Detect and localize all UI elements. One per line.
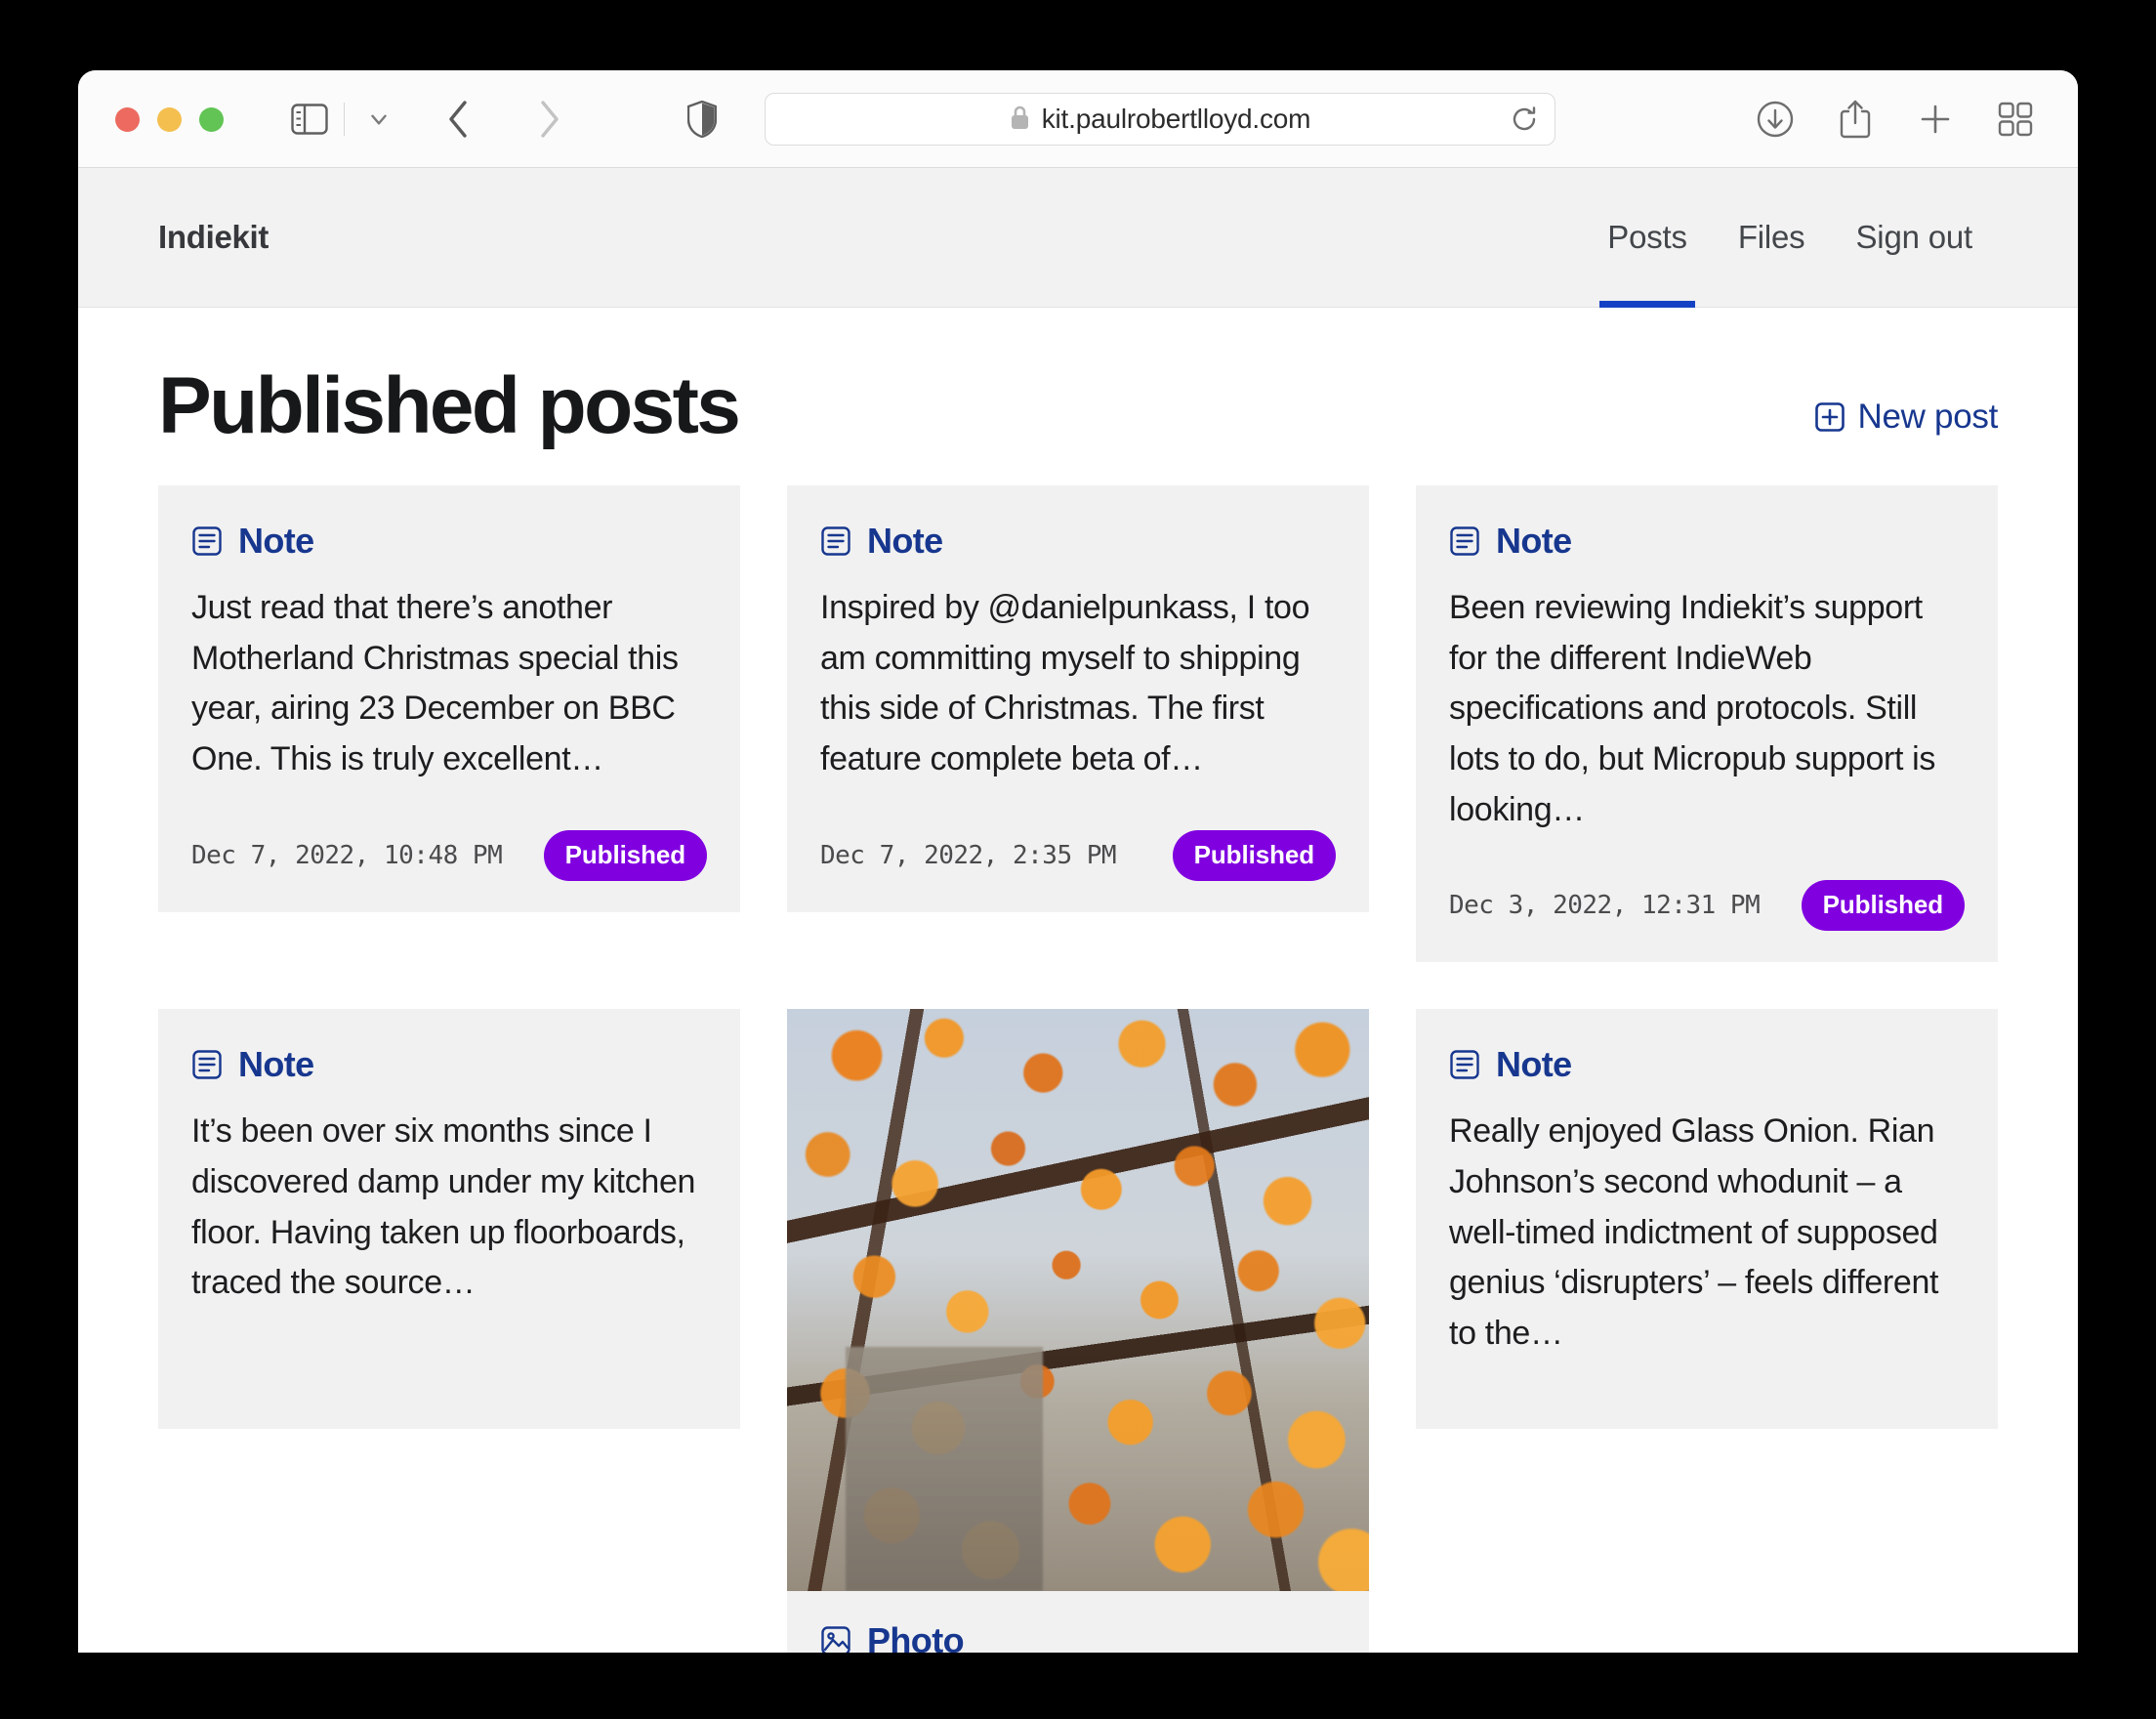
post-type: Photo (820, 1620, 1336, 1653)
address-bar-url: kit.paulrobertlloyd.com (1041, 104, 1311, 134)
status-badge: Published (1801, 880, 1965, 932)
post-type: Note (191, 1044, 707, 1085)
post-card[interactable]: Note Just read that there’s another Moth… (158, 485, 740, 912)
new-post-button[interactable]: New post (1814, 398, 1999, 446)
post-type-label: Note (1496, 521, 1572, 561)
post-date: Dec 7, 2022, 2:35 PM (820, 840, 1117, 870)
download-icon[interactable] (1750, 94, 1801, 145)
chevron-down-icon[interactable] (353, 94, 404, 145)
privacy-shield-icon[interactable] (677, 94, 727, 145)
post-excerpt: Just read that there’s another Motherlan… (191, 589, 679, 778)
window-controls (115, 106, 224, 132)
autumn-tree-photo (787, 1009, 1369, 1592)
status-badge: Published (543, 829, 707, 881)
toolbar-right-actions (1750, 94, 2041, 145)
share-icon[interactable] (1830, 94, 1881, 145)
browser-window: kit.paulrobertlloyd.com Indiekit Posts F… (78, 70, 2078, 1653)
post-card-photo[interactable]: Photo (787, 1009, 1369, 1653)
post-card[interactable]: Note It’s been over six months since I d… (158, 1009, 740, 1430)
close-window-button[interactable] (115, 106, 140, 132)
new-post-label: New post (1857, 398, 1999, 436)
post-meta: Dec 7, 2022, 2:35 PM Published (820, 785, 1336, 881)
post-type-label: Note (238, 521, 314, 561)
post-type-label: Note (867, 521, 943, 561)
note-icon (191, 1049, 223, 1080)
browser-toolbar: kit.paulrobertlloyd.com (78, 70, 2078, 168)
note-icon (820, 525, 851, 557)
plus-icon[interactable] (1910, 94, 1961, 145)
post-card[interactable]: Note Inspired by @danielpunkass, I too a… (787, 485, 1369, 912)
post-grid: Note Just read that there’s another Moth… (158, 485, 1998, 1653)
page-header: Published posts New post (158, 308, 1998, 485)
plus-square-icon (1814, 401, 1845, 433)
note-icon (1449, 1049, 1480, 1080)
post-excerpt: Been reviewing Indiekit’s support for th… (1449, 589, 1936, 828)
status-badge: Published (1172, 829, 1336, 881)
post-card[interactable]: Note Been reviewing Indiekit’s support f… (1416, 485, 1998, 963)
post-type: Note (1449, 1044, 1965, 1085)
main-content: Published posts New post Note Just read … (78, 308, 2078, 1653)
nav-item-sign-out[interactable]: Sign out (1831, 168, 1999, 307)
nav-item-files[interactable]: Files (1713, 168, 1831, 307)
post-photo-meta: Photo (787, 1591, 1369, 1653)
lock-icon (1010, 105, 1030, 135)
post-date: Dec 3, 2022, 12:31 PM (1449, 891, 1761, 921)
post-excerpt: It’s been over six months since I discov… (191, 1112, 696, 1302)
address-bar[interactable]: kit.paulrobertlloyd.com (765, 93, 1555, 146)
tab-overview-icon[interactable] (1990, 94, 2041, 145)
post-meta: Dec 7, 2022, 10:48 PM Published (191, 785, 707, 881)
photo-icon (820, 1625, 851, 1653)
note-icon (1449, 525, 1480, 557)
post-photo (787, 1009, 1369, 1592)
post-date: Dec 7, 2022, 10:48 PM (191, 840, 503, 870)
post-card[interactable]: Note Really enjoyed Glass Onion. Rian Jo… (1416, 1009, 1998, 1430)
post-type-label: Note (1496, 1044, 1572, 1085)
maximize-window-button[interactable] (199, 106, 224, 132)
post-type: Note (820, 521, 1336, 562)
site-brand[interactable]: Indiekit (158, 219, 269, 256)
post-excerpt: Inspired by @danielpunkass, I too am com… (820, 589, 1310, 778)
site-header: Indiekit Posts Files Sign out (78, 168, 2078, 308)
post-excerpt: Really enjoyed Glass Onion. Rian Johnson… (1449, 1112, 1939, 1353)
sidebar-icon[interactable] (284, 94, 335, 145)
post-meta: Dec 3, 2022, 12:31 PM Published (1449, 835, 1965, 932)
page-title: Published posts (158, 361, 741, 450)
nav-item-posts[interactable]: Posts (1582, 168, 1713, 308)
address-bar-content: kit.paulrobertlloyd.com (1010, 104, 1311, 135)
toolbar-divider (344, 103, 345, 136)
web-page-content: Indiekit Posts Files Sign out Published … (78, 168, 2078, 1653)
forward-arrow-icon[interactable] (523, 94, 574, 145)
note-icon (191, 525, 223, 557)
back-arrow-icon[interactable] (434, 94, 484, 145)
minimize-window-button[interactable] (157, 106, 182, 132)
reload-icon[interactable] (1510, 105, 1539, 134)
post-type-label: Photo (867, 1620, 965, 1653)
site-nav: Posts Files Sign out (1582, 168, 1999, 308)
post-type: Note (1449, 521, 1965, 562)
post-type: Note (191, 521, 707, 562)
post-type-label: Note (238, 1044, 314, 1085)
